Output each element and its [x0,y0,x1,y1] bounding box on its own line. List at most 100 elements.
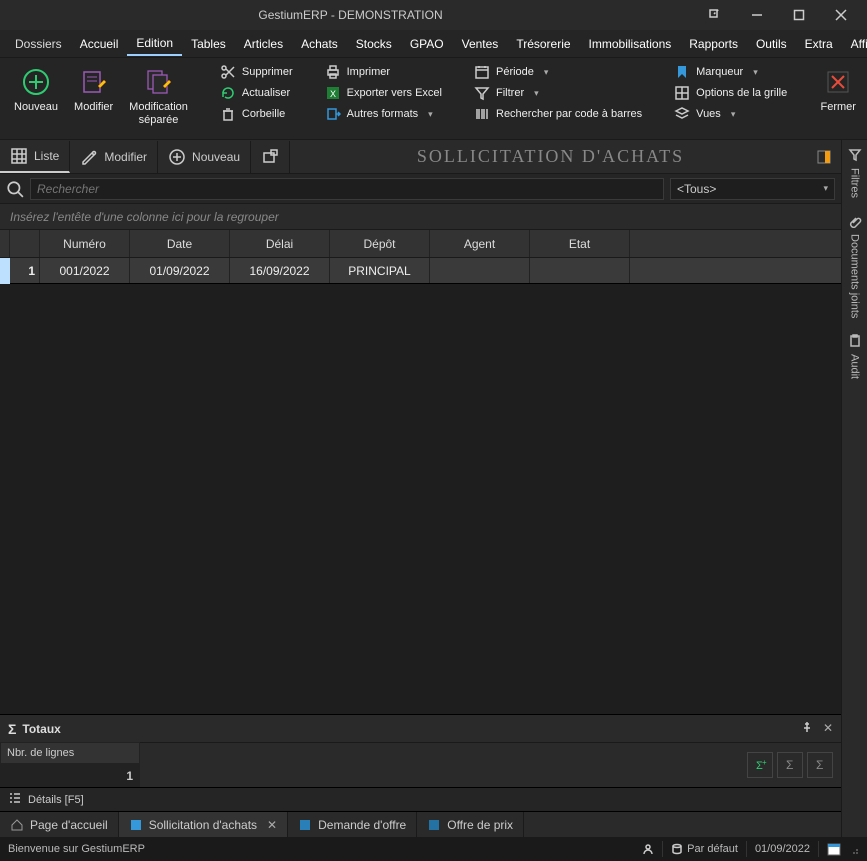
modifier-view-button[interactable]: Modifier [70,141,158,173]
titlebar: GestiumERP - DEMONSTRATION [0,0,867,30]
modifier-button[interactable]: Modifier [68,62,119,118]
supprimer-button[interactable]: Supprimer [214,62,299,82]
close-button[interactable] [821,1,861,29]
menu-accueil[interactable]: Accueil [71,33,128,55]
menu-immobilisations[interactable]: Immobilisations [580,33,681,55]
table-row[interactable]: 1 001/2022 01/09/2022 16/09/2022 PRINCIP… [0,258,841,284]
popout-icon[interactable] [695,1,735,29]
fermer-label: Fermer [821,101,856,114]
rail-documents[interactable]: Documents joints [846,206,864,326]
col-numero[interactable]: Numéro [40,230,130,257]
cell-depot[interactable]: PRINCIPAL [330,258,430,283]
col-date[interactable]: Date [130,230,230,257]
filter-dropdown[interactable]: <Tous> ▾ [670,178,835,200]
trash-icon [220,106,236,122]
tab-close-button[interactable]: ✕ [267,818,277,832]
row-indicator-header [0,230,10,257]
excel-icon: X [325,85,341,101]
vues-button[interactable]: Vues▾ [668,104,793,124]
status-calendar-button[interactable] [827,842,841,856]
close-totaux-button[interactable]: ✕ [823,721,833,736]
cell-date[interactable]: 01/09/2022 [130,258,230,283]
col-depot[interactable]: Dépôt [330,230,430,257]
totaux-label: Nbr. de lignes [0,742,140,764]
menu-stocks[interactable]: Stocks [347,33,401,55]
rail-filtres[interactable]: Filtres [846,140,864,206]
filtrer-button[interactable]: Filtrer▾ [468,83,648,103]
groupby-strip[interactable]: Insérez l'entête d'une colonne ici pour … [0,204,841,230]
menu-achats[interactable]: Achats [292,33,347,55]
details-bar[interactable]: Détails [F5] [0,787,841,811]
menu-tresorerie[interactable]: Trésorerie [507,33,579,55]
rechercher-code-button[interactable]: Rechercher par code à barres [468,104,648,124]
paperclip-icon [848,214,862,228]
periode-button[interactable]: Période▾ [468,62,648,82]
liste-label: Liste [34,149,59,163]
menu-ventes[interactable]: Ventes [453,33,508,55]
scissors-icon [220,64,236,80]
tab-demande[interactable]: Demande d'offre [288,812,417,837]
menu-tables[interactable]: Tables [182,33,235,55]
sum-button[interactable]: Σ [777,752,803,778]
options-grille-button[interactable]: Options de la grille [668,83,793,103]
autres-formats-button[interactable]: Autres formats▾ [319,104,448,124]
col-etat[interactable]: Etat [530,230,630,257]
cell-etat[interactable] [530,258,630,283]
tab-sollicitation[interactable]: Sollicitation d'achats ✕ [119,812,288,837]
menu-extra[interactable]: Extra [796,33,842,55]
marqueur-button[interactable]: Marqueur▾ [668,62,793,82]
cell-agent[interactable] [430,258,530,283]
search-icon[interactable] [6,180,24,198]
doc-blue-icon [129,818,143,832]
user-icon [642,843,654,855]
menu-outils[interactable]: Outils [747,33,796,55]
status-defaut[interactable]: Par défaut [671,843,738,855]
menu-dossiers[interactable]: Dossiers [6,33,71,55]
add-sum-button[interactable]: Σ+ [747,752,773,778]
col-delai[interactable]: Délai [230,230,330,257]
edit-doc-icon [78,66,110,98]
collapse-header-button[interactable] [811,144,837,170]
sum-alt-button[interactable]: Σ [807,752,833,778]
corbeille-button[interactable]: Corbeille [214,104,299,124]
status-user[interactable] [642,843,654,855]
menu-rapports[interactable]: Rapports [680,33,747,55]
menu-affichage[interactable]: Affichage [842,33,867,55]
rail-audit[interactable]: Audit [846,326,864,387]
tab-accueil[interactable]: Page d'accueil [0,812,119,837]
nouveau-button[interactable]: Nouveau [8,62,64,118]
nouveau-view-button[interactable]: Nouveau [158,141,251,173]
popup-view-button[interactable] [251,141,290,173]
menu-edition[interactable]: Edition [127,32,182,56]
imprimer-button[interactable]: Imprimer [319,62,448,82]
cell-delai[interactable]: 16/09/2022 [230,258,330,283]
menubar: Dossiers Accueil Edition Tables Articles… [0,30,867,58]
tab-offre[interactable]: Offre de prix [417,812,524,837]
grid-empty-area [0,284,841,714]
maximize-button[interactable] [779,1,819,29]
titlebar-controls [695,1,861,29]
exporter-excel-button[interactable]: XExporter vers Excel [319,83,448,103]
liste-view-button[interactable]: Liste [0,141,70,173]
pin-button[interactable] [801,721,813,736]
modification-separee-button[interactable]: Modification séparée [123,62,194,131]
status-resize-grip[interactable] [847,843,859,855]
chevron-down-icon: ▾ [534,88,539,99]
cell-numero[interactable]: 001/2022 [40,258,130,283]
search-input[interactable] [30,178,664,200]
bottom-tabs: Page d'accueil Sollicitation d'achats ✕ … [0,811,841,837]
filter-value: <Tous> [677,182,716,196]
minimize-button[interactable] [737,1,777,29]
fermer-button[interactable]: Fermer [813,62,863,118]
svg-text:+: + [762,758,767,767]
duplicate-doc-icon [143,66,175,98]
svg-text:Σ: Σ [786,758,793,772]
row-selected-indicator [0,258,10,284]
menu-articles[interactable]: Articles [235,33,292,55]
modifier-label: Modifier [74,101,113,114]
actualiser-button[interactable]: Actualiser [214,83,299,103]
pencil-icon [80,148,98,166]
col-agent[interactable]: Agent [430,230,530,257]
totaux-header: Σ Totaux ✕ [0,715,841,743]
menu-gpao[interactable]: GPAO [401,33,453,55]
